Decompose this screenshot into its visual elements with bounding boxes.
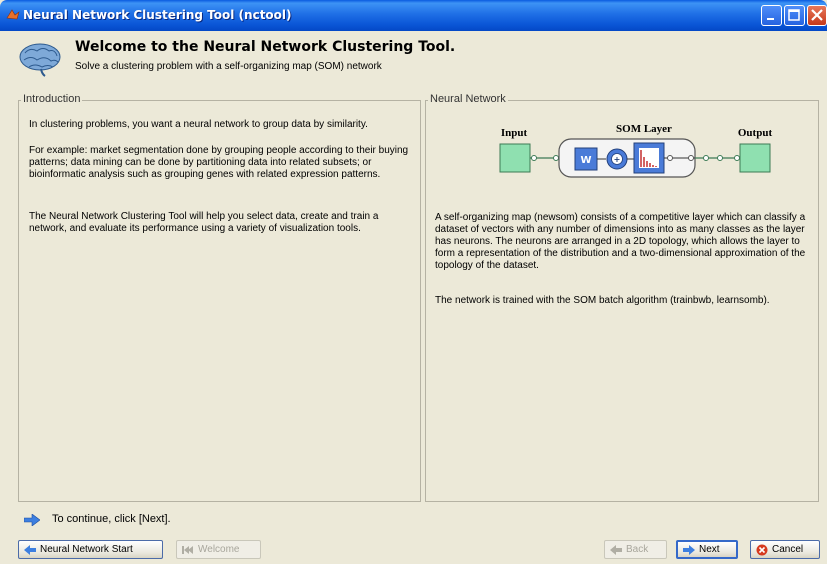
welcome-button-label: Welcome [198,544,240,555]
title-bar[interactable]: Neural Network Clustering Tool (nctool) [0,0,827,31]
cancel-button[interactable]: Cancel [750,540,820,559]
neural-network-legend: Neural Network [428,93,508,105]
input-label: Input [501,127,528,139]
maximize-icon [788,9,800,21]
network-diagram: Input SOM Layer Output W + [499,123,773,178]
introduction-legend: Introduction [21,93,83,105]
intro-paragraph-1: In clustering problems, you want a neura… [29,119,368,130]
close-button[interactable] [807,5,827,26]
cancel-icon [756,544,768,555]
arrow-right-icon [24,514,40,526]
maximize-button[interactable] [784,5,805,26]
nn-paragraph-1: A self-organizing map (newsom) consists … [435,212,806,271]
back-button-label: Back [626,544,649,555]
introduction-panel: Introduction In clustering problems, you… [18,93,421,502]
weight-label: W [580,155,591,166]
matlab-icon [6,9,20,20]
sum-label: + [614,155,621,164]
nn-paragraph-2: The network is trained with the SOM batc… [435,295,770,306]
next-button-label: Next [699,544,720,555]
close-icon [811,9,823,21]
intro-paragraph-3: The Neural Network Clustering Tool will … [29,211,379,234]
back-button[interactable]: Back [604,540,667,559]
minimize-button[interactable] [761,5,782,26]
first-icon [182,545,193,554]
start-icon [24,544,36,555]
start-button-label: Neural Network Start [40,544,133,555]
window-title: Neural Network Clustering Tool (nctool) [23,8,292,22]
histogram-icon [639,148,659,168]
header: Welcome to the Neural Network Clustering… [0,31,827,85]
neural-network-start-button[interactable]: Neural Network Start [18,540,163,559]
next-button[interactable]: Next [676,540,738,559]
output-label: Output [738,127,773,139]
next-arrow-icon [683,544,695,555]
back-arrow-icon [610,544,622,555]
page-subtitle: Solve a clustering problem with a self-o… [75,61,382,72]
continue-text: To continue, click [Next]. [52,513,171,525]
input-node [499,143,531,173]
cancel-button-label: Cancel [772,544,804,555]
welcome-button[interactable]: Welcome [176,540,261,559]
minimize-icon [767,18,774,20]
intro-paragraph-2: For example: market segmentation done by… [29,145,409,180]
neural-network-panel: Neural Network Input SOM Layer Output W … [425,93,819,502]
som-layer-label: SOM Layer [616,123,672,135]
brain-icon [19,43,61,77]
output-node [739,143,771,173]
page-title: Welcome to the Neural Network Clustering… [75,39,456,55]
